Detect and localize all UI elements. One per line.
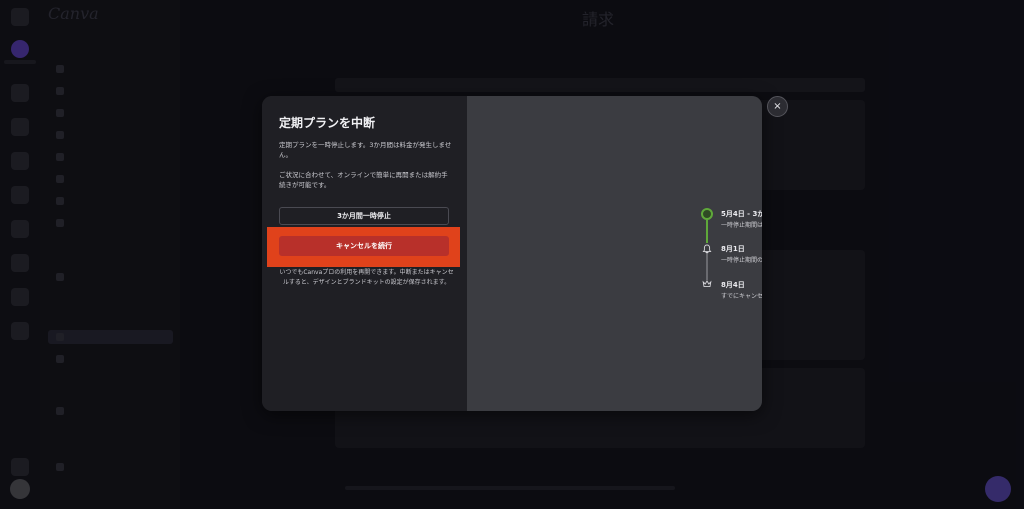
- close-icon[interactable]: ×: [767, 96, 788, 117]
- dialog-description-2: ご状況に合わせて、オンラインで簡単に再開または解約手続きが可能です。: [279, 171, 448, 189]
- timeline-title: 5月4日 - 3か月間の一時停止の開始: [721, 210, 762, 218]
- timeline-title: 8月1日: [721, 245, 745, 253]
- pause-3-months-button[interactable]: 3か月間一時停止: [279, 207, 449, 225]
- continue-cancel-button[interactable]: キャンセルを続行: [279, 236, 449, 256]
- dialog-timeline-panel: 5月4日 - 3か月間の一時停止の開始 一時停止期間は次回の請求日から開始されま…: [467, 96, 762, 411]
- timeline-desc: すでにキャンセルまたは再開していない限り、定期プランは再開されます。: [721, 293, 762, 300]
- bell-icon: [701, 244, 713, 256]
- billing-app: Canva 請求 定期プランを中断 定期プランを一時停止します。3か月間は料金が…: [0, 0, 1024, 509]
- crown-icon: [701, 279, 713, 291]
- dialog-title: 定期プランを中断: [279, 116, 376, 130]
- dialog-description: 定期プランを一時停止します。3か月間は料金が発生しません。: [279, 141, 452, 159]
- timeline-desc: 一時停止期間の終了3日前に再度通知します。: [721, 257, 762, 264]
- timeline-desc: 一時停止期間は次回の請求日から開始されます。: [721, 222, 762, 229]
- pause-subscription-dialog: 定期プランを中断 定期プランを一時停止します。3か月間は料金が発生しません。 ご…: [262, 96, 762, 411]
- circle-check-icon: [701, 208, 713, 220]
- dialog-left-panel: 定期プランを中断 定期プランを一時停止します。3か月間は料金が発生しません。 ご…: [262, 96, 467, 411]
- dialog-note: いつでもCanvaプロの利用を再開できます。中断またはキャンセルすると、デザイン…: [279, 269, 454, 286]
- timeline-line: [706, 254, 708, 280]
- timeline-title: 8月4日: [721, 281, 745, 289]
- timeline-line-active: [706, 218, 708, 243]
